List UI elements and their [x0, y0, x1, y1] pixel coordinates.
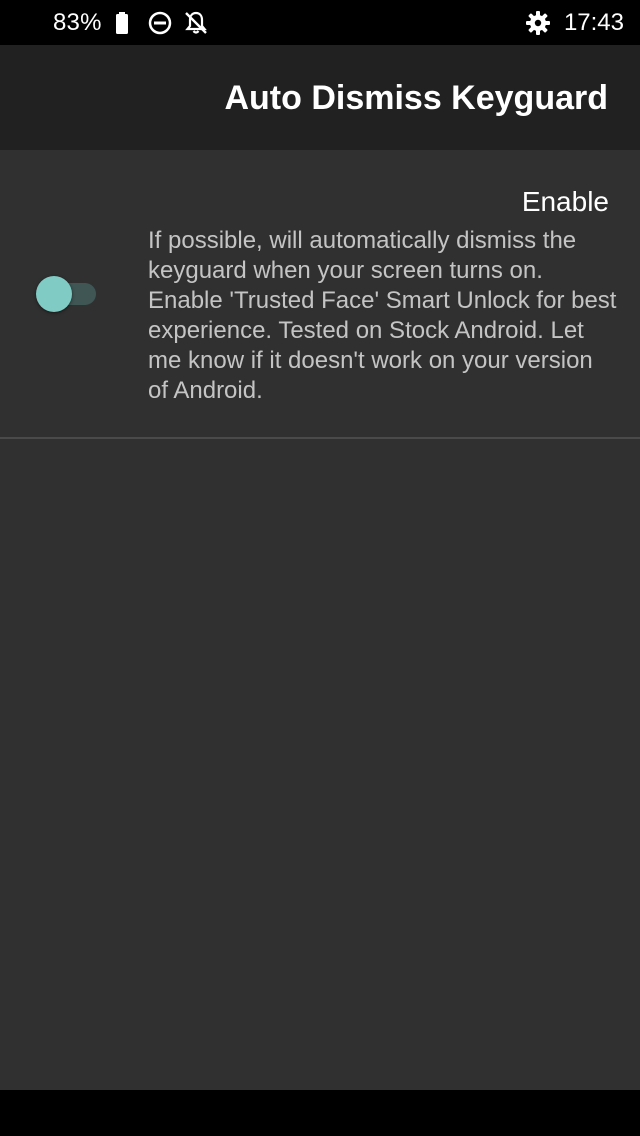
battery-icon	[110, 9, 138, 37]
screen: 83% 17:43 Auto Dismiss Keyguard Enable I…	[0, 0, 640, 1136]
do-not-disturb-icon	[146, 9, 174, 37]
divider	[0, 437, 640, 439]
app-bar: Auto Dismiss Keyguard	[0, 45, 640, 150]
clock-time: 17:43	[563, 8, 624, 36]
battery-percent: 83%	[53, 8, 102, 36]
navigation-bar	[0, 1090, 640, 1136]
preference-summary: If possible, will automatically dismiss …	[148, 227, 617, 404]
preference-enable-row[interactable]: Enable If possible, will automatically d…	[0, 150, 640, 437]
switch-thumb	[36, 276, 72, 312]
notifications-off-icon	[182, 9, 210, 37]
status-bar: 83% 17:43	[0, 0, 640, 45]
status-bar-left: 83%	[53, 0, 210, 45]
enable-switch[interactable]	[36, 276, 98, 312]
preference-title: Enable	[521, 186, 609, 217]
status-bar-right: 17:43	[524, 0, 624, 45]
settings-gear-icon	[524, 9, 552, 37]
page-title: Auto Dismiss Keyguard	[224, 79, 608, 117]
